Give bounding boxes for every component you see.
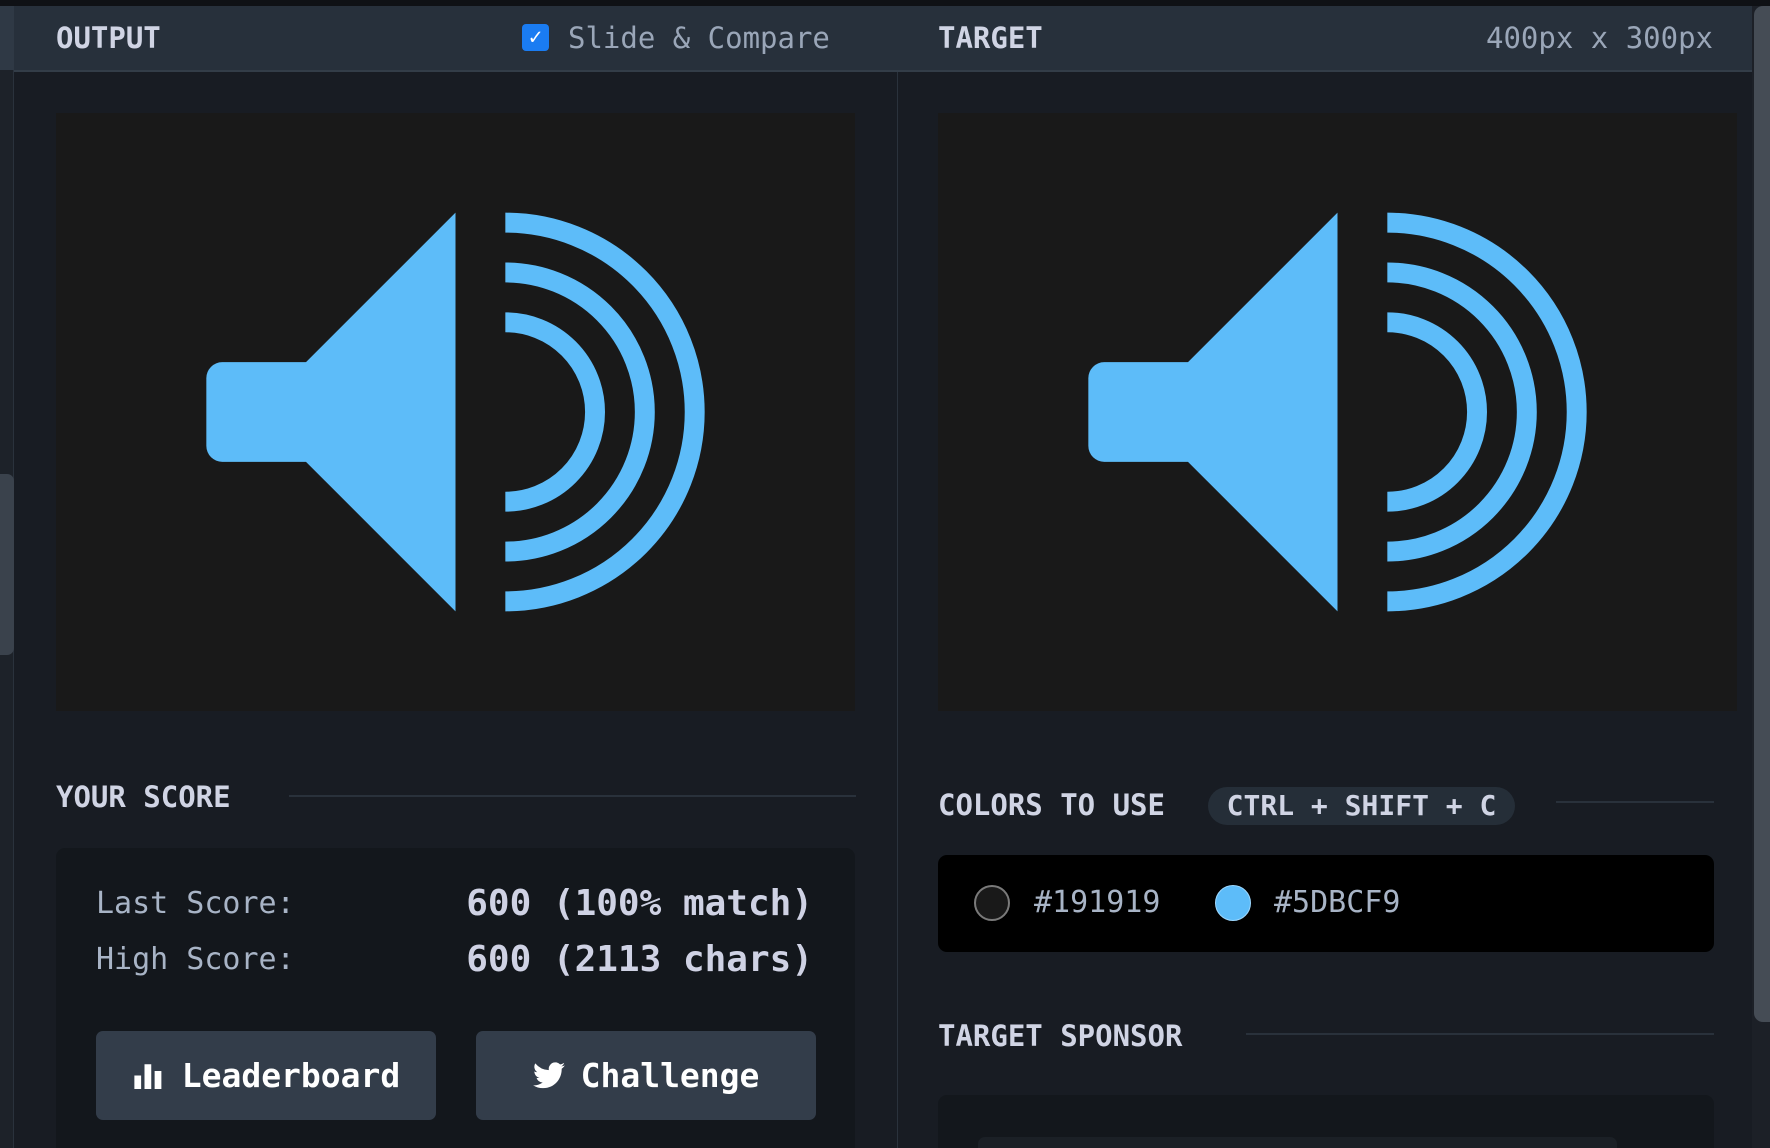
target-canvas [938,113,1737,711]
leaderboard-button[interactable]: Leaderboard [96,1031,436,1120]
shortcut-badge: CTRL + SHIFT + C [1208,787,1515,825]
left-edge-header [0,6,14,70]
challenge-button[interactable]: Challenge [476,1031,816,1120]
panel-divider [897,72,898,1148]
target-dimensions: 400px x 300px [1486,21,1713,55]
last-score-label: Last Score: [96,886,295,921]
high-score-label: High Score: [96,942,295,977]
target-title: TARGET [938,21,1043,55]
twitter-bird-icon [532,1062,565,1089]
leaderboard-label: Leaderboard [181,1056,401,1095]
slide-compare-checkbox[interactable]: ✓ [522,24,549,51]
color-swatch-dark[interactable] [974,885,1010,921]
checkmark-icon: ✓ [528,25,543,50]
your-score-title: YOUR SCORE [56,780,231,814]
color-swatch-blue[interactable] [1215,885,1251,921]
last-score-value: 600 (100% match) [466,883,813,924]
target-sponsor-title: TARGET SPONSOR [938,1019,1183,1053]
resize-handle[interactable] [0,474,14,655]
speaker-volume-icon [1088,212,1587,612]
divider-line [289,795,856,797]
bar-chart-icon [134,1064,162,1089]
color-hex-dark[interactable]: #191919 [1034,884,1160,922]
scrollbar-thumb[interactable] [1754,6,1770,1022]
sponsor-content[interactable] [978,1137,1617,1148]
output-title: OUTPUT [56,21,161,55]
color-hex-blue[interactable]: #5DBCF9 [1274,884,1400,922]
colors-title: COLORS TO USE [938,788,1165,822]
high-score-value: 600 (2113 chars) [466,939,813,980]
divider-line [1556,801,1714,803]
output-canvas[interactable] [56,113,855,711]
speaker-volume-icon [206,212,705,612]
challenge-label: Challenge [580,1056,760,1095]
divider-line [1246,1033,1714,1035]
slide-compare-label[interactable]: Slide & Compare [568,20,830,56]
